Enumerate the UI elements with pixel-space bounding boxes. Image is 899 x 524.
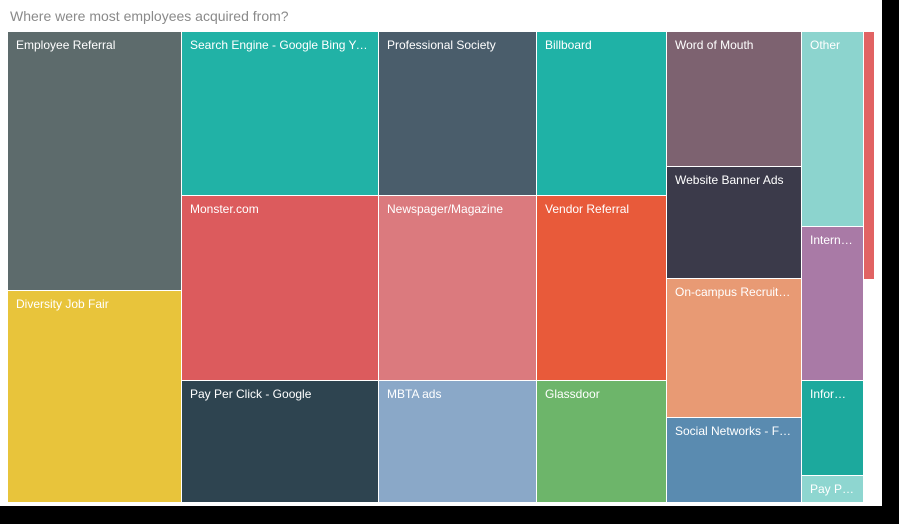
treemap-cell-internet-search[interactable]: Internet ... xyxy=(802,227,863,380)
treemap-cell-information-session[interactable]: Informati... xyxy=(802,381,863,475)
chart-title: Where were most employees acquired from? xyxy=(10,8,289,24)
treemap-cell-on-campus-recruiting[interactable]: On-campus Recruiting xyxy=(667,279,801,417)
treemap-cell-other[interactable]: Other xyxy=(802,32,863,226)
treemap-cell-website-banner-ads[interactable]: Website Banner Ads xyxy=(667,167,801,278)
treemap-cell-ppc-google[interactable]: Pay Per Click - Google xyxy=(182,381,378,502)
treemap-cell-newspaper-magazine[interactable]: Newspager/Magazine xyxy=(379,196,536,380)
treemap-cell-employee-referral[interactable]: Employee Referral xyxy=(8,32,181,290)
treemap-cell-mbta-ads[interactable]: MBTA ads xyxy=(379,381,536,502)
treemap-cell-glassdoor[interactable]: Glassdoor xyxy=(537,381,666,502)
treemap-cell-diversity-job-fair[interactable]: Diversity Job Fair xyxy=(8,291,181,502)
treemap-cell-pay-per-click[interactable]: Pay Per ... xyxy=(802,476,863,502)
treemap-cell-monster[interactable]: Monster.com xyxy=(182,196,378,380)
treemap-cell-word-of-mouth[interactable]: Word of Mouth xyxy=(667,32,801,166)
treemap-cell-search-engine[interactable]: Search Engine - Google Bing Yahoo xyxy=(182,32,378,195)
treemap-cell-billboard[interactable]: Billboard xyxy=(537,32,666,195)
treemap-cell-vendor-referral[interactable]: Vendor Referral xyxy=(537,196,666,380)
chart-frame: Where were most employees acquired from?… xyxy=(0,0,882,506)
treemap-cell-careerbuilder[interactable] xyxy=(864,32,874,279)
treemap-cell-professional-society[interactable]: Professional Society xyxy=(379,32,536,195)
treemap-cell-social-networks[interactable]: Social Networks - Faceb... xyxy=(667,418,801,502)
treemap[interactable]: Employee Referral Diversity Job Fair Sea… xyxy=(8,32,874,502)
